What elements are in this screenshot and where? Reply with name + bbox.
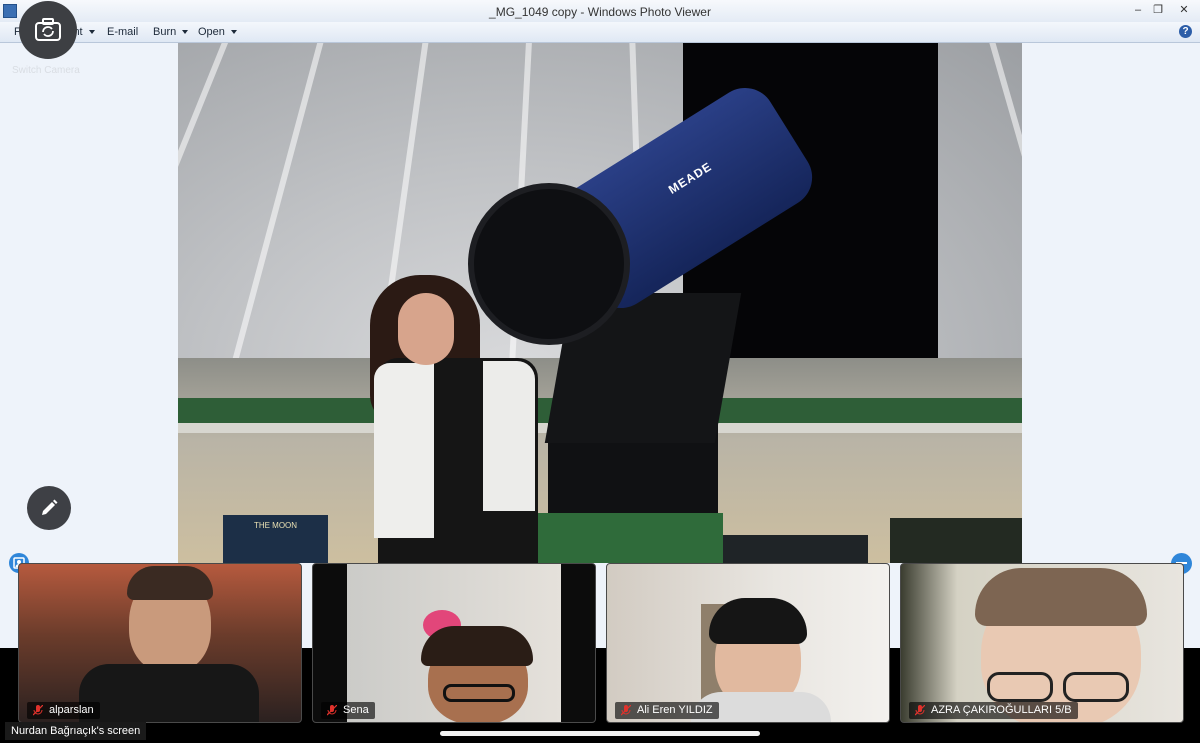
participant-glasses: [443, 684, 515, 702]
person-vest: [374, 363, 434, 538]
telescope-pedestal: [533, 513, 723, 563]
participant-name-tag: Sena: [321, 702, 375, 719]
participant-tile[interactable]: AZRA ÇAKIROĞULLARI 5/B: [900, 563, 1184, 723]
menu-open-label: Open: [198, 26, 225, 38]
participant-name: Ali Eren YILDIZ: [637, 704, 713, 716]
chevron-down-icon: [88, 30, 95, 35]
person-vest: [483, 361, 535, 511]
participant-hair: [709, 598, 807, 644]
restore-button[interactable]: ❐: [1150, 3, 1166, 17]
wall-poster: [718, 535, 868, 563]
participant-name-tag: alparslan: [27, 702, 100, 719]
screen-share-label: Nurdan Bağrıaçık's screen: [5, 722, 147, 740]
participant-clothing: [79, 664, 259, 722]
participant-name: AZRA ÇAKIROĞULLARI 5/B: [931, 704, 1072, 716]
home-indicator[interactable]: [440, 731, 760, 736]
chevron-down-icon: [182, 30, 189, 35]
shared-screen: _MG_1049 copy - Windows Photo Viewer – ❐…: [0, 0, 1200, 648]
window-title: _MG_1049 copy - Windows Photo Viewer: [489, 5, 711, 19]
help-icon[interactable]: ?: [1179, 25, 1192, 38]
close-button[interactable]: ✕: [1176, 3, 1192, 17]
participant-tile[interactable]: alparslan: [18, 563, 302, 723]
moon-poster: THE MOON: [223, 515, 328, 563]
participant-hair: [127, 566, 213, 600]
participant-glasses: [1063, 672, 1129, 702]
menu-bar: File Print E-mail Burn Open ?: [0, 22, 1200, 43]
title-bar: _MG_1049 copy - Windows Photo Viewer – ❐…: [0, 0, 1200, 23]
muted-mic-icon: [327, 705, 337, 716]
participant-hair: [975, 568, 1147, 626]
switch-camera-label: Switch Camera: [12, 65, 80, 76]
pencil-icon: [42, 499, 58, 515]
menu-email[interactable]: E-mail: [107, 26, 138, 38]
chevron-down-icon: [230, 30, 237, 35]
menu-open[interactable]: Open: [198, 26, 237, 38]
wall-poster: [890, 518, 1022, 563]
annotate-button[interactable]: [27, 486, 71, 530]
muted-mic-icon: [621, 705, 631, 716]
menu-burn-label: Burn: [153, 26, 177, 38]
participant-glasses: [987, 672, 1053, 702]
participant-name: alparslan: [49, 704, 94, 716]
switch-camera-button[interactable]: [19, 1, 77, 59]
participant-name: Sena: [343, 704, 369, 716]
person-face: [398, 293, 454, 365]
participant-name-tag: Ali Eren YILDIZ: [615, 702, 719, 719]
muted-mic-icon: [915, 705, 925, 716]
minimize-button[interactable]: –: [1130, 3, 1146, 17]
participant-tile[interactable]: Sena: [312, 563, 596, 723]
participant-tile[interactable]: Ali Eren YILDIZ: [606, 563, 890, 723]
participant-name-tag: AZRA ÇAKIROĞULLARI 5/B: [909, 702, 1078, 719]
participant-hair: [421, 626, 533, 666]
menu-burn[interactable]: Burn: [153, 26, 189, 38]
muted-mic-icon: [33, 705, 43, 716]
telescope-rear-cell: [468, 183, 630, 345]
displayed-photo: THE MOON MEADE: [178, 43, 1022, 563]
switch-camera-icon: [35, 18, 61, 41]
